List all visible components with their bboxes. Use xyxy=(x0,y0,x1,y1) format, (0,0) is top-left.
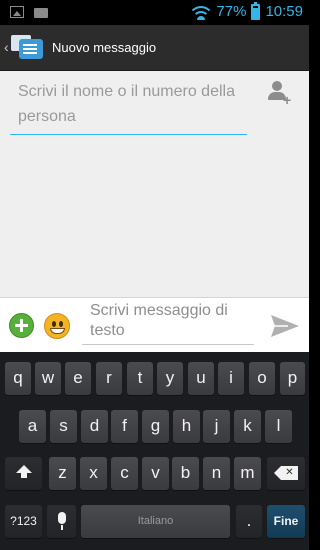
back-caret-icon: ‹ xyxy=(4,39,9,55)
up-navigation-button[interactable]: ‹ xyxy=(0,25,46,71)
shift-key[interactable] xyxy=(5,457,42,490)
key-i[interactable]: i xyxy=(218,362,244,395)
notification-icons xyxy=(10,6,48,18)
wifi-icon xyxy=(191,4,212,20)
key-m[interactable]: m xyxy=(234,457,261,490)
key-l[interactable]: l xyxy=(265,410,292,443)
key-w[interactable]: w xyxy=(35,362,61,395)
system-icons: 77% 10:59 xyxy=(191,1,303,20)
key-r[interactable]: r xyxy=(96,362,122,395)
battery-icon xyxy=(251,1,261,20)
key-v[interactable]: v xyxy=(142,457,169,490)
add-attachment-icon[interactable] xyxy=(9,313,34,338)
key-z[interactable]: z xyxy=(49,457,76,490)
space-bar[interactable]: Italiano xyxy=(81,505,230,538)
shift-icon xyxy=(15,465,32,481)
delete-key[interactable] xyxy=(267,457,305,490)
key-j[interactable]: j xyxy=(203,410,230,443)
status-bar: 77% 10:59 xyxy=(0,0,309,25)
recipient-area: Scrivi il nome o il numero della persona… xyxy=(0,71,309,297)
send-icon[interactable] xyxy=(270,314,300,338)
key-k[interactable]: k xyxy=(234,410,261,443)
symbols-key[interactable]: ?123 xyxy=(5,505,42,538)
smiley-icon[interactable] xyxy=(44,313,70,339)
key-y[interactable]: y xyxy=(157,362,183,395)
voice-input-key[interactable] xyxy=(47,505,76,538)
key-e[interactable]: e xyxy=(65,362,91,395)
recipient-input[interactable]: Scrivi il nome o il numero della persona xyxy=(10,79,247,135)
key-o[interactable]: o xyxy=(249,362,275,395)
compose-bar: Scrivi messaggio di testo xyxy=(0,297,309,352)
key-d[interactable]: d xyxy=(81,410,108,443)
microphone-icon xyxy=(57,512,67,530)
key-q[interactable]: q xyxy=(5,362,31,395)
key-g[interactable]: g xyxy=(142,410,169,443)
key-h[interactable]: h xyxy=(173,410,200,443)
key-a[interactable]: a xyxy=(19,410,46,443)
key-s[interactable]: s xyxy=(50,410,77,443)
add-contact-icon[interactable]: + xyxy=(268,81,294,107)
key-f[interactable]: f xyxy=(111,410,138,443)
action-bar: ‹ Nuovo messaggio xyxy=(0,25,309,71)
page-title: Nuovo messaggio xyxy=(52,40,157,55)
key-c[interactable]: c xyxy=(111,457,138,490)
done-key[interactable]: Fine xyxy=(267,505,305,538)
clock: 10:59 xyxy=(265,3,303,20)
battery-percent: 77% xyxy=(216,3,247,20)
key-u[interactable]: u xyxy=(188,362,214,395)
device-icon xyxy=(34,8,48,18)
backspace-icon xyxy=(274,466,298,480)
key-x[interactable]: x xyxy=(80,457,107,490)
message-input[interactable]: Scrivi messaggio di testo xyxy=(82,301,254,345)
key-t[interactable]: t xyxy=(127,362,153,395)
key-n[interactable]: n xyxy=(203,457,230,490)
soft-keyboard: q w e r t y u i o p a s d f g h j k l z … xyxy=(0,352,309,550)
key-p[interactable]: p xyxy=(280,362,305,395)
period-key[interactable]: . xyxy=(236,505,262,538)
messaging-app-icon xyxy=(11,33,43,61)
key-b[interactable]: b xyxy=(172,457,199,490)
image-icon xyxy=(10,6,24,18)
